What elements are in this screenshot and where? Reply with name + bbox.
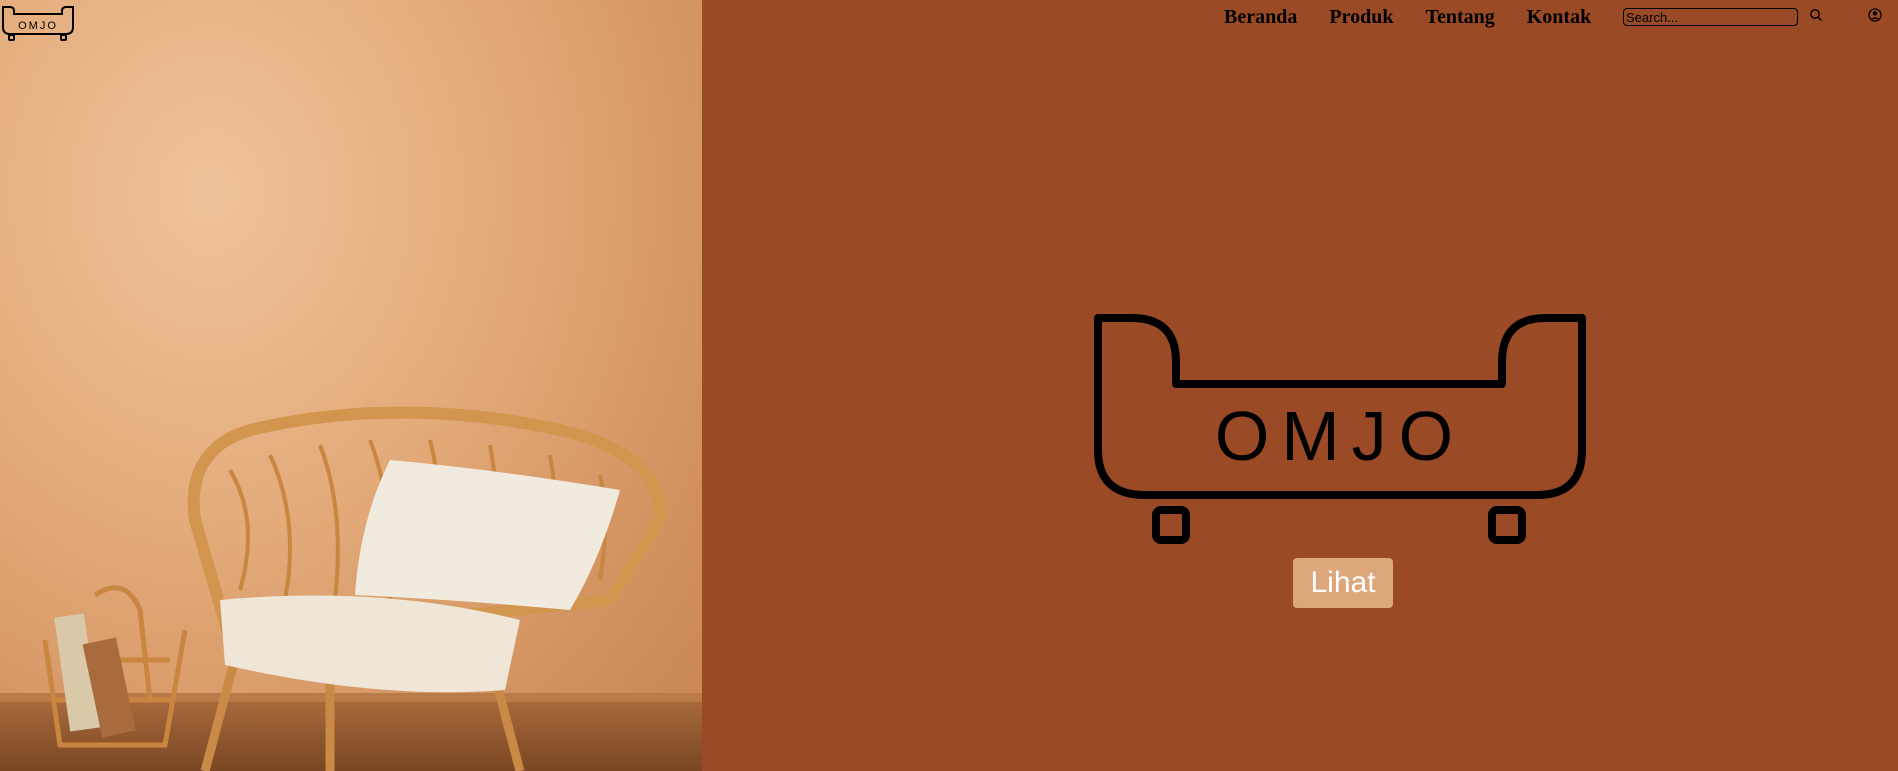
nav-produk[interactable]: Produk — [1329, 6, 1393, 28]
search-input[interactable] — [1623, 8, 1798, 26]
hero-logo-text: OMJO — [1215, 397, 1465, 475]
nav-beranda[interactable]: Beranda — [1224, 6, 1297, 28]
user-icon[interactable] — [1868, 8, 1882, 22]
main-nav: Beranda Produk Tentang Kontak — [1224, 6, 1623, 28]
nav-kontak[interactable]: Kontak — [1527, 6, 1591, 28]
hero-logo: OMJO — [1094, 314, 1586, 544]
chair-photo-illustration — [0, 406, 702, 771]
brand-logo[interactable]: OMJO — [0, 2, 76, 42]
search-icon[interactable] — [1809, 8, 1823, 22]
brand-logo-text: OMJO — [18, 20, 58, 32]
hero-photo — [0, 0, 702, 771]
lihat-button[interactable]: Lihat — [1293, 558, 1393, 608]
nav-tentang[interactable]: Tentang — [1425, 6, 1494, 28]
